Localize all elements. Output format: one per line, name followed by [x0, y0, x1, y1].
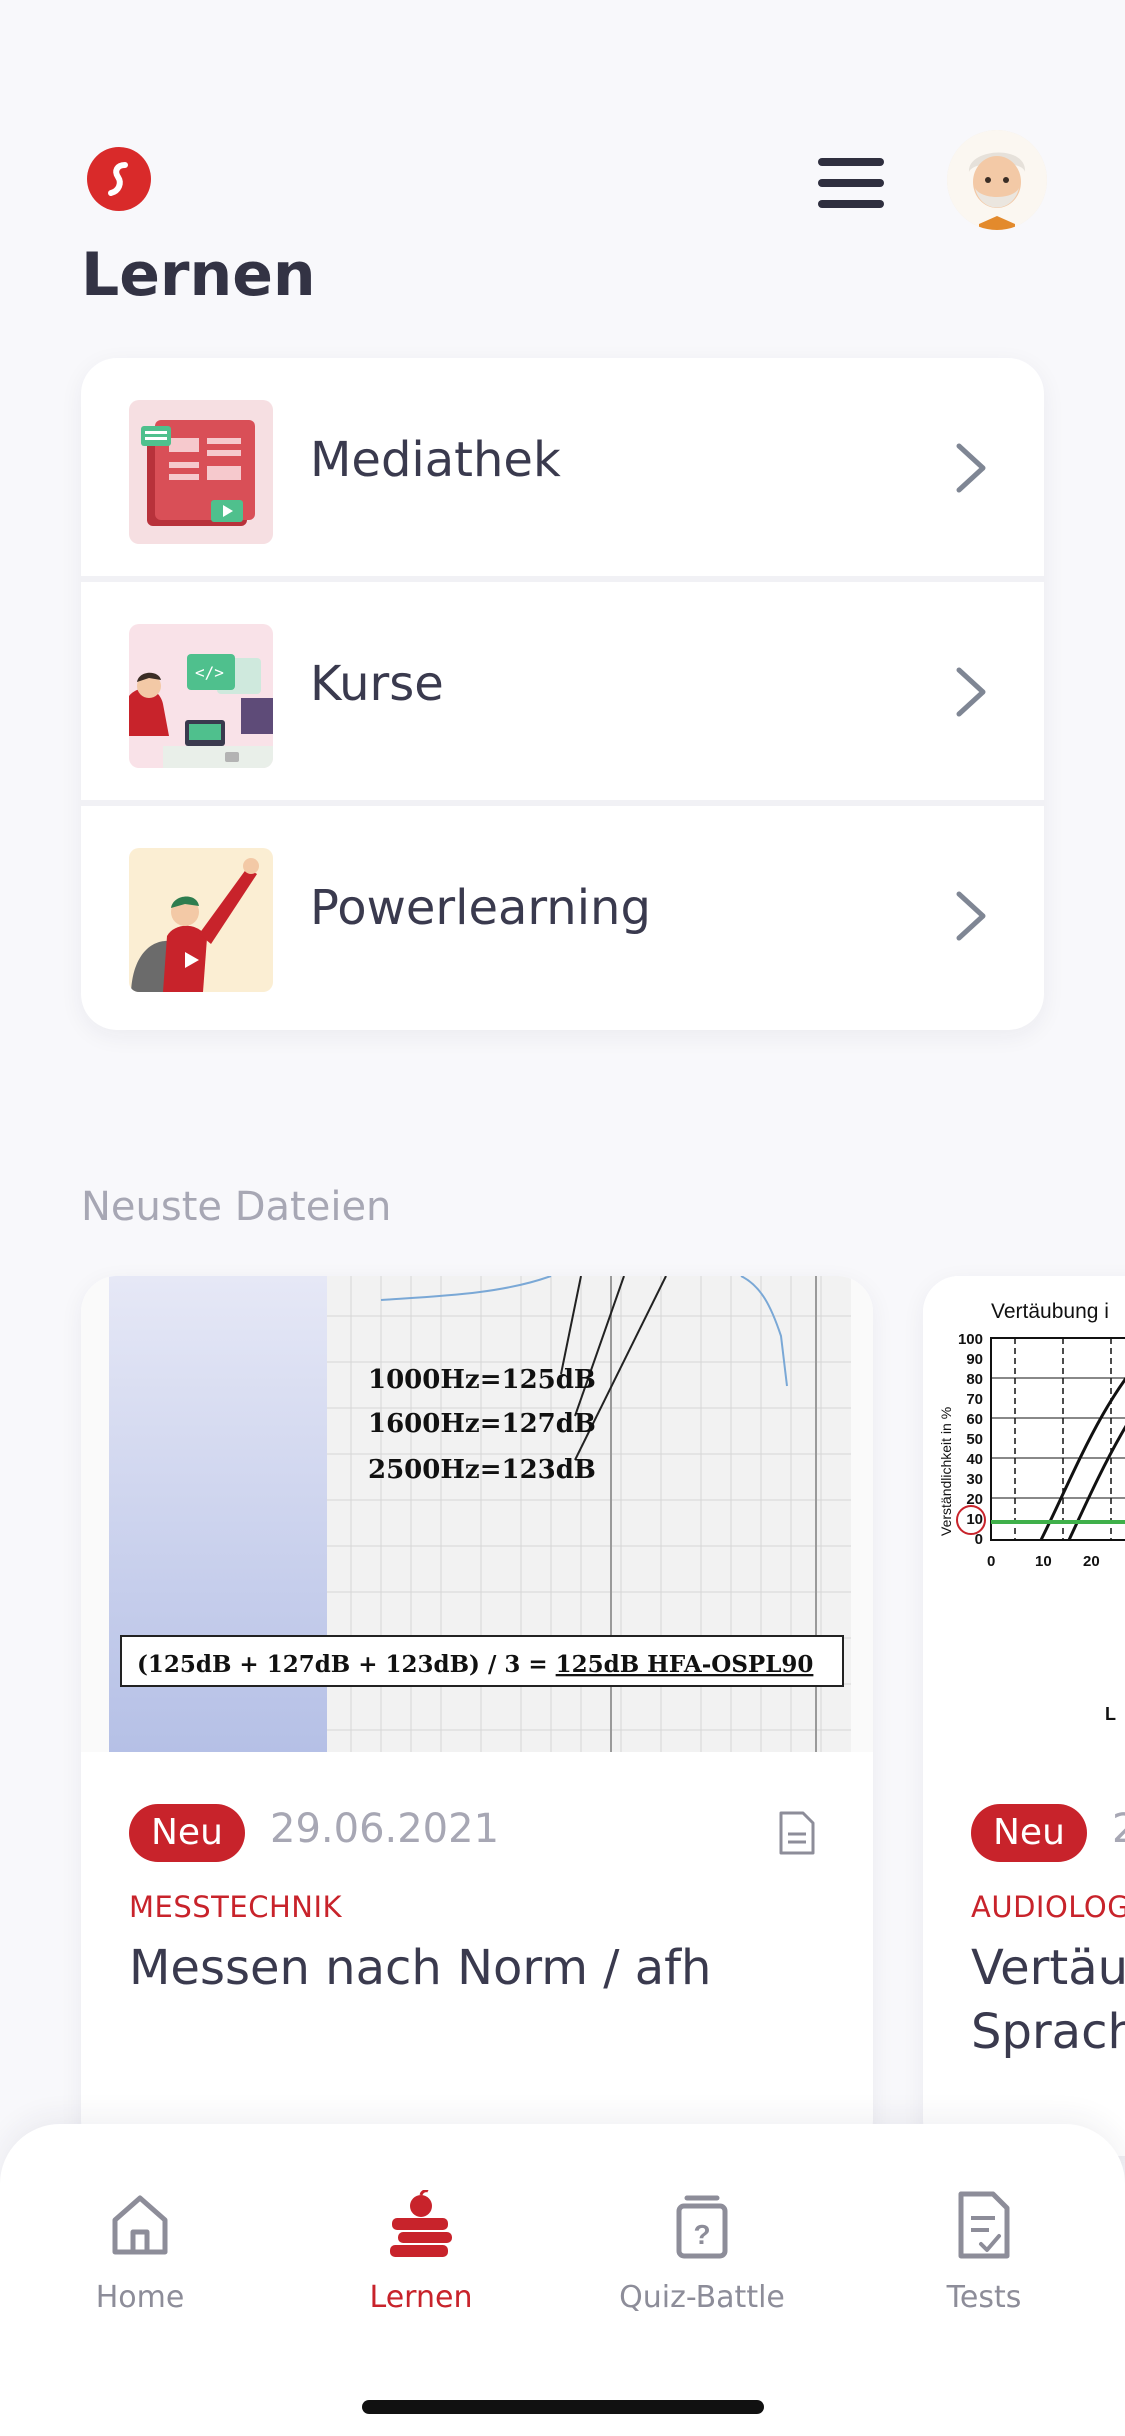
- new-badge: Neu: [971, 1804, 1087, 1862]
- page-title: Lernen: [81, 240, 316, 310]
- svg-text:</>: </>: [195, 663, 224, 682]
- file-category: AUDIOLOG: [971, 1890, 1125, 1924]
- nav-item-mediathek[interactable]: Mediathek: [81, 358, 1044, 576]
- preview-ytick: 100: [958, 1331, 983, 1348]
- powerlearning-illustration: [129, 848, 273, 992]
- user-avatar-icon[interactable]: [947, 130, 1047, 230]
- preview-ytick: 30: [966, 1471, 983, 1488]
- preview-chart-ylabel: Verständlichkeit in %: [938, 1407, 954, 1536]
- file-card[interactable]: 1000Hz=125dB 1600Hz=127dB 2500Hz=123dB (…: [81, 1276, 873, 2156]
- preview-line-1: 1000Hz=125dB: [368, 1365, 596, 1395]
- preview-ytick: 40: [966, 1451, 983, 1468]
- preview-formula-result: 125dB HFA-OSPL90: [556, 1651, 814, 1678]
- hamburger-menu-icon[interactable]: [818, 158, 884, 208]
- courses-illustration: </>: [129, 624, 273, 768]
- nav-item-kurse[interactable]: </> Kurse: [81, 582, 1044, 800]
- svg-text:(125dB + 127dB + 123dB) / 3 =: (125dB + 127dB + 123dB) / 3 = 125dB HFA-…: [137, 1651, 813, 1678]
- brand-logo-icon[interactable]: [87, 147, 151, 211]
- file-card[interactable]: Vertäubung i Verständlichkeit in % 100 9…: [923, 1276, 1125, 2156]
- preview-line-3: 2500Hz=123dB: [368, 1455, 596, 1485]
- preview-ytick: 90: [966, 1351, 983, 1368]
- file-category: MESSTECHNIK: [129, 1890, 343, 1924]
- preview-ytick: 80: [966, 1371, 983, 1388]
- preview-line-2: 1600Hz=127dB: [368, 1409, 596, 1439]
- test-checklist-icon: [958, 2191, 1010, 2259]
- tab-label: Quiz-Battle: [619, 2280, 785, 2315]
- preview-ytick: 50: [966, 1431, 983, 1448]
- tab-quiz-battle[interactable]: ? Quiz-Battle: [602, 2190, 802, 2315]
- preview-ytick: 10: [966, 1511, 983, 1528]
- new-badge: Neu: [129, 1804, 245, 1862]
- section-title-recent-files: Neuste Dateien: [81, 1184, 392, 1230]
- file-date: 2: [1112, 1806, 1125, 1852]
- preview-chart-xlabel: L: [1105, 1704, 1116, 1724]
- chevron-right-icon: [956, 443, 986, 493]
- media-library-illustration: [129, 400, 273, 544]
- preview-xtick: 20: [1083, 1553, 1100, 1570]
- file-title: Vertäu Sprach: [971, 1940, 1125, 2060]
- learning-nav-list: Mediathek </> Kurse Powerlearning: [81, 358, 1044, 1030]
- document-icon: [779, 1811, 815, 1855]
- preview-xtick: 0: [987, 1553, 995, 1570]
- tab-label: Lernen: [369, 2280, 473, 2315]
- quiz-icon: ?: [676, 2195, 728, 2259]
- home-indicator[interactable]: [362, 2400, 764, 2414]
- file-date: 29.06.2021: [270, 1806, 500, 1852]
- books-apple-icon: [390, 2189, 452, 2257]
- tab-home[interactable]: Home: [40, 2190, 240, 2315]
- nav-item-label: Powerlearning: [310, 880, 651, 936]
- tab-tests[interactable]: Tests: [884, 2190, 1084, 2315]
- learn-screen: Lernen Mediathek </> Kurse Powerlearning…: [0, 0, 1125, 2436]
- tab-lernen[interactable]: Lernen: [321, 2189, 521, 2315]
- bottom-tab-bar: Home Lernen ? Quiz-Battle Tests: [0, 2124, 1125, 2436]
- nav-item-powerlearning[interactable]: Powerlearning: [81, 806, 1044, 1024]
- nav-item-label: Kurse: [310, 656, 444, 712]
- tab-label: Tests: [946, 2280, 1022, 2315]
- preview-ytick: 70: [966, 1391, 983, 1408]
- svg-text:?: ?: [693, 2219, 710, 2250]
- preview-chart-title: Vertäubung i: [991, 1300, 1109, 1323]
- tab-label: Home: [95, 2280, 185, 2315]
- file-title: Messen nach Norm / afh: [129, 1940, 712, 1996]
- preview-formula: (125dB + 127dB + 123dB) / 3 =: [137, 1651, 556, 1678]
- preview-ytick: 60: [966, 1411, 983, 1428]
- file-preview-image: Vertäubung i Verständlichkeit in % 100 9…: [923, 1276, 1125, 1752]
- chevron-right-icon: [956, 891, 986, 941]
- preview-xtick: 10: [1035, 1553, 1052, 1570]
- nav-item-label: Mediathek: [310, 432, 561, 488]
- file-preview-image: 1000Hz=125dB 1600Hz=127dB 2500Hz=123dB (…: [81, 1276, 873, 1752]
- chevron-right-icon: [956, 667, 986, 717]
- home-icon: [112, 2195, 168, 2255]
